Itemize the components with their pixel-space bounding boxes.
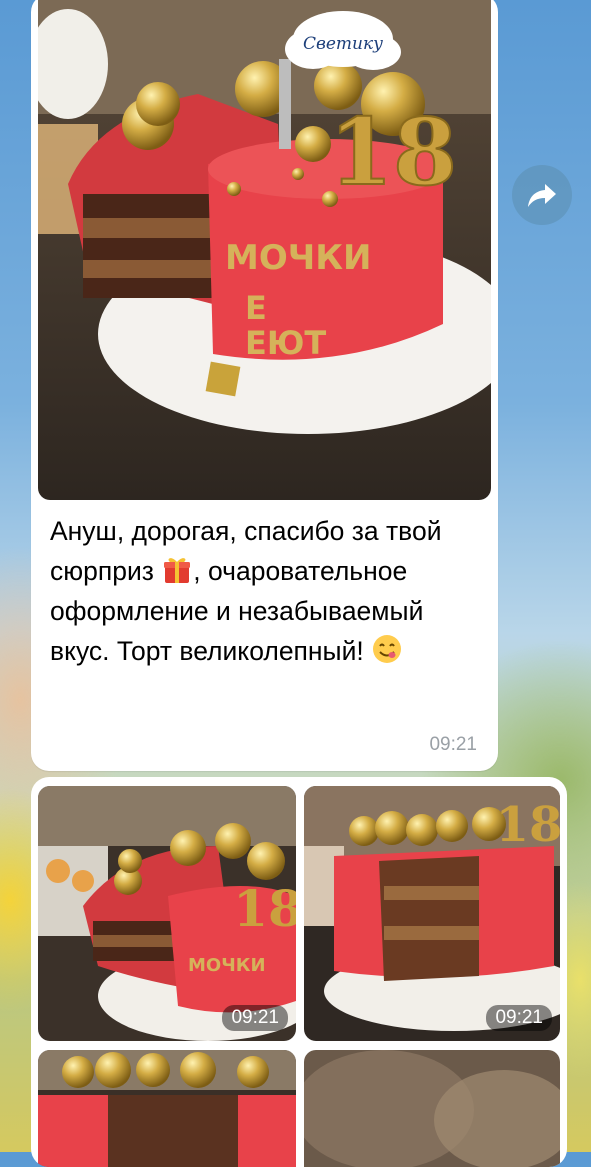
topper-text: Светику bbox=[303, 34, 383, 54]
album-photo-1-cake-text: МОЧКИ bbox=[188, 955, 266, 976]
share-arrow-icon bbox=[528, 184, 556, 207]
album-photo-2-image: 18 bbox=[304, 786, 560, 1041]
cake-text-line1: МОЧКИ bbox=[225, 238, 371, 278]
album-photo-4[interactable] bbox=[304, 1050, 560, 1167]
album-photo-1-image: 18 МОЧКИ bbox=[38, 786, 296, 1041]
cake-photo[interactable]: Светику 18 МОЧКИ Е ЕЮТ bbox=[38, 0, 491, 500]
album-photo-2[interactable]: 18 09:21 bbox=[304, 786, 560, 1041]
photo-album[interactable]: 18 МОЧКИ 09:21 18 09:21 bbox=[31, 777, 567, 1167]
album-photo-3[interactable] bbox=[38, 1050, 296, 1167]
share-button[interactable] bbox=[512, 165, 572, 225]
cake-photo-image: Светику 18 МОЧКИ Е ЕЮТ bbox=[38, 0, 491, 500]
message-bubble[interactable]: Светику 18 МОЧКИ Е ЕЮТ Ануш, дорогая, сп… bbox=[31, 0, 498, 771]
album-photo-1-time: 09:21 bbox=[222, 1005, 288, 1031]
album-photo-1-number: 18 bbox=[233, 879, 296, 938]
album-photo-3-image bbox=[38, 1050, 296, 1167]
album-photo-4-image bbox=[304, 1050, 560, 1167]
message-time: 09:21 bbox=[429, 734, 477, 755]
gift-icon bbox=[164, 558, 191, 583]
message-caption: Ануш, дорогая, спасибо за твой сюрприз ,… bbox=[50, 511, 480, 671]
album-photo-1[interactable]: 18 МОЧКИ 09:21 bbox=[38, 786, 296, 1041]
album-photo-2-number: 18 bbox=[496, 797, 560, 853]
cake-text-line3: ЕЮТ bbox=[245, 324, 326, 362]
album-photo-2-time: 09:21 bbox=[486, 1005, 552, 1031]
yum-face-icon bbox=[373, 635, 402, 663]
cake-text-line2: Е bbox=[245, 289, 267, 327]
number-topper: 18 bbox=[329, 98, 457, 206]
